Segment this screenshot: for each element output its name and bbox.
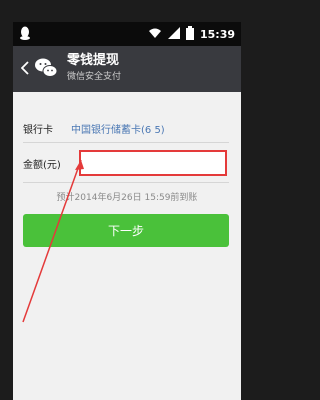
signal-icon (167, 26, 180, 42)
app-bar: 零钱提现 微信安全支付 (13, 46, 241, 92)
bank-card-label: 银行卡 (23, 124, 53, 136)
phone-screen: 15:39 零钱提现 微信安全支付 银行卡 中国银行储蓄卡(6 5) 金额(元)… (13, 22, 241, 400)
amount-label: 金额(元) (23, 159, 61, 171)
app-bar-titles: 零钱提现 微信安全支付 (67, 52, 121, 84)
amount-row: 金额(元) (23, 146, 231, 180)
chevron-left-icon[interactable] (19, 58, 31, 78)
divider (23, 182, 229, 183)
page-subtitle: 微信安全支付 (67, 72, 122, 82)
next-step-button[interactable]: 下一步 (23, 214, 229, 247)
status-right: 15:39 (148, 25, 235, 43)
page-title: 零钱提现 (67, 53, 120, 68)
divider (23, 142, 229, 143)
status-time: 15:39 (199, 27, 235, 41)
wifi-icon (148, 27, 162, 42)
qq-icon (19, 25, 31, 41)
wechat-icon (33, 55, 59, 81)
status-bar: 15:39 (13, 22, 241, 46)
bank-card-row[interactable]: 银行卡 中国银行储蓄卡(6 5) (23, 114, 231, 142)
amount-input[interactable] (79, 150, 227, 176)
bank-card-value[interactable]: 中国银行储蓄卡(6 5) (71, 121, 165, 136)
battery-icon (185, 25, 194, 43)
arrival-estimate: 预计2014年6月26日 15:59前到账 (56, 193, 198, 203)
